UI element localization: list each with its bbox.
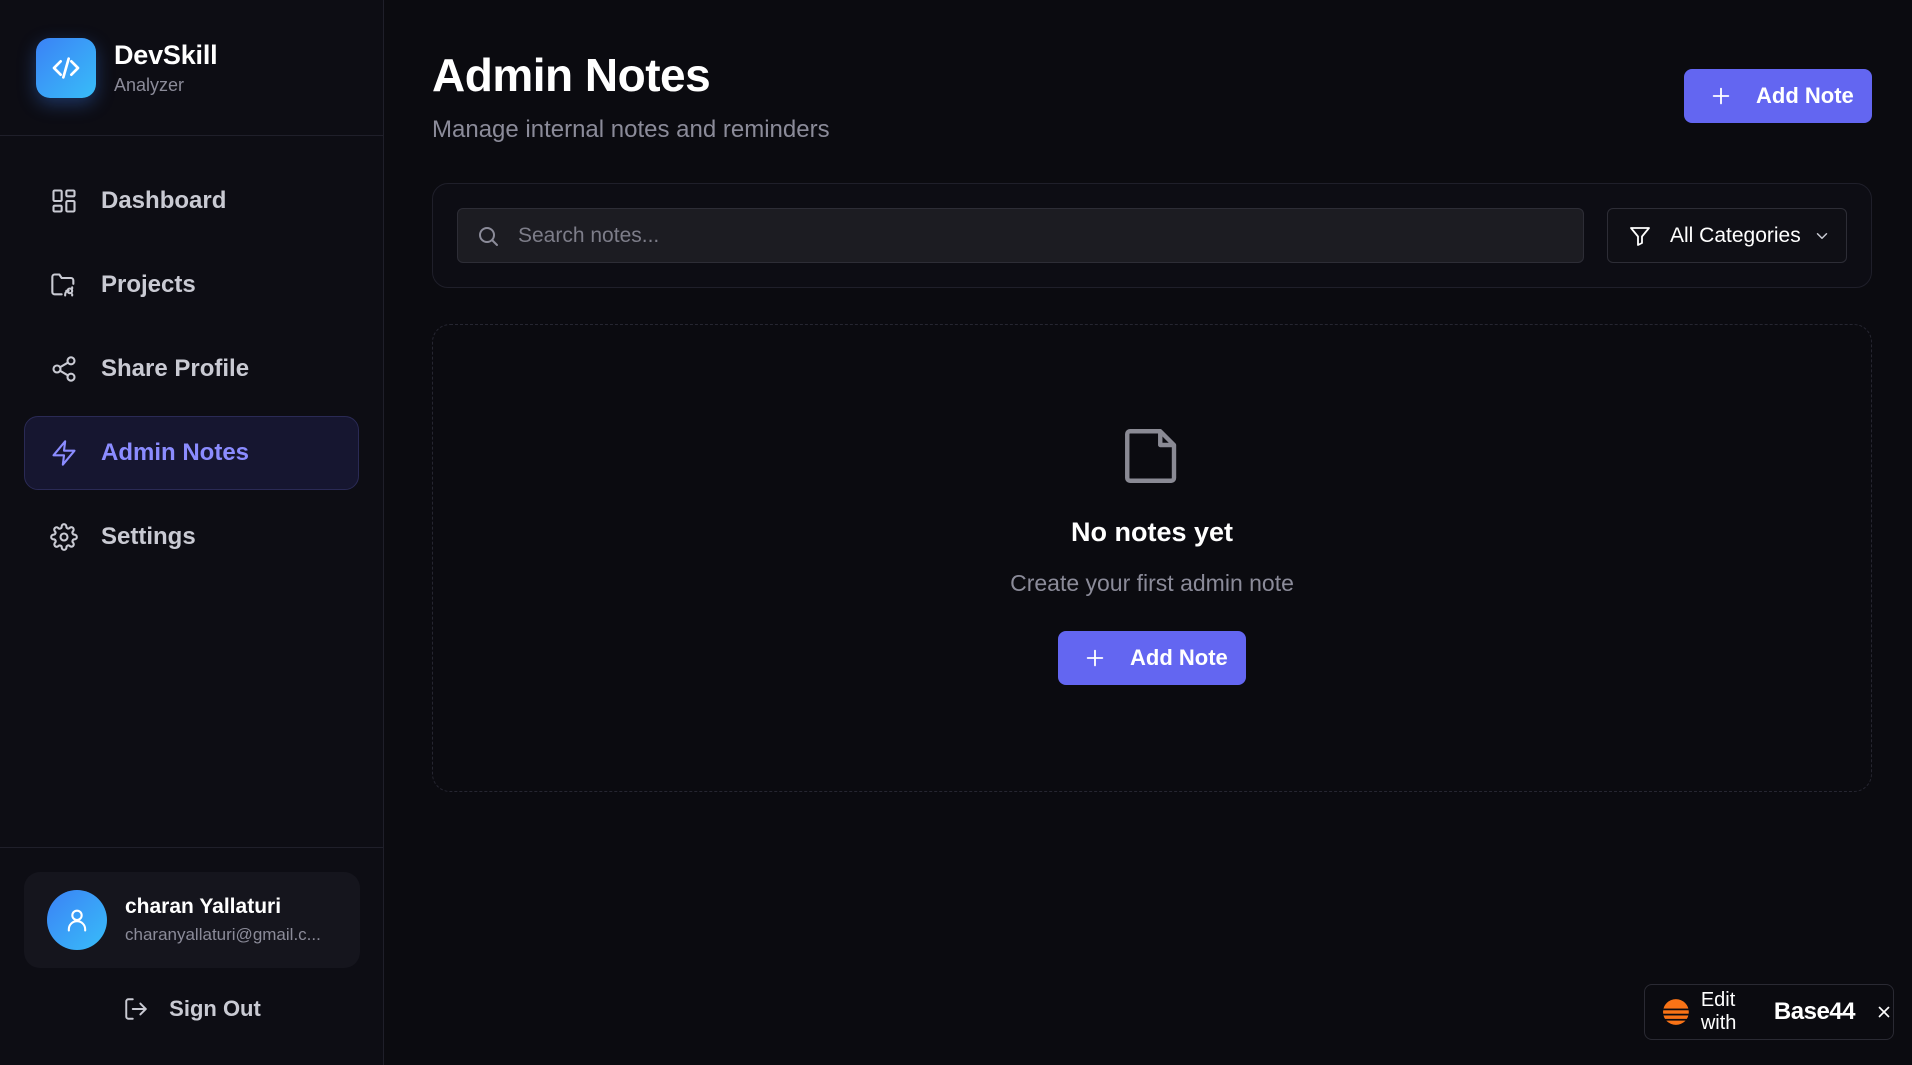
- user-icon: [63, 906, 91, 934]
- base44-logo-icon: [1663, 997, 1689, 1027]
- logout-icon: [123, 996, 149, 1022]
- gear-icon: [49, 522, 79, 552]
- folder-icon: [49, 270, 79, 300]
- badge-text: Edit with: [1700, 989, 1737, 1034]
- lightning-icon: [49, 438, 79, 468]
- category-select[interactable]: All Categories: [1607, 208, 1847, 263]
- sidebar-item-admin-notes[interactable]: Admin Notes: [24, 416, 359, 490]
- sidebar-item-label: Dashboard: [101, 187, 227, 214]
- category-select-value: All Categories: [1670, 223, 1801, 247]
- sidebar-item-label: Projects: [101, 271, 196, 298]
- empty-state: No notes yet Create your first admin not…: [432, 324, 1872, 792]
- sidebar-item-dashboard[interactable]: Dashboard: [24, 164, 359, 238]
- close-icon[interactable]: [1875, 1003, 1893, 1021]
- add-note-label: Add Note: [1756, 83, 1854, 108]
- code-icon: [36, 37, 96, 98]
- sidebar-item-share-profile[interactable]: Share Profile: [24, 332, 359, 406]
- filter-icon: [1628, 224, 1652, 248]
- sidebar-item-label: Admin Notes: [101, 439, 250, 466]
- sidebar: DevSkill Analyzer Dashboard Projects Sha…: [0, 0, 384, 1065]
- empty-state-title: No notes yet: [1070, 517, 1234, 547]
- sign-out-button[interactable]: Sign Out: [24, 996, 360, 1022]
- page-subtitle: Manage internal notes and reminders: [432, 116, 830, 143]
- brand-name: DevSkill: [114, 39, 218, 70]
- search-input[interactable]: [518, 223, 1518, 248]
- plus-icon: [1084, 647, 1106, 669]
- search-icon: [476, 224, 500, 248]
- chevron-down-icon: [1813, 227, 1831, 245]
- filter-bar: All Categories: [432, 183, 1872, 288]
- empty-state-subtitle: Create your first admin note: [1010, 570, 1294, 596]
- plus-icon: [1710, 85, 1732, 107]
- add-note-label: Add Note: [1130, 645, 1228, 670]
- note-icon: [1119, 423, 1185, 489]
- sidebar-item-settings[interactable]: Settings: [24, 500, 359, 574]
- brand[interactable]: DevSkill Analyzer: [0, 0, 383, 136]
- badge-brand: Base44: [1773, 998, 1856, 1025]
- sidebar-nav: Dashboard Projects Share Profile Admin N…: [0, 136, 383, 574]
- user-name: charan Yallaturi: [125, 895, 282, 918]
- brand-subtitle: Analyzer: [114, 74, 185, 95]
- main-content: Admin Notes Manage internal notes and re…: [384, 0, 1912, 1065]
- edit-with-badge[interactable]: Edit with Base44: [1644, 984, 1894, 1040]
- sidebar-item-label: Share Profile: [101, 355, 250, 382]
- page-title: Admin Notes: [432, 49, 711, 101]
- sidebar-item-projects[interactable]: Projects: [24, 248, 359, 322]
- empty-add-note-button[interactable]: Add Note: [1058, 631, 1246, 685]
- sidebar-item-label: Settings: [101, 523, 196, 550]
- user-card[interactable]: charan Yallaturi charanyallaturi@gmail.c…: [24, 872, 360, 968]
- share-icon: [49, 354, 79, 384]
- sign-out-label: Sign Out: [169, 996, 261, 1021]
- user-email: charanyallaturi@gmail.c...: [125, 925, 321, 944]
- search-box[interactable]: [457, 208, 1584, 263]
- avatar: [47, 890, 107, 950]
- add-note-button[interactable]: Add Note: [1684, 69, 1872, 123]
- dashboard-grid-icon: [49, 186, 79, 216]
- sidebar-footer: charan Yallaturi charanyallaturi@gmail.c…: [0, 847, 384, 1065]
